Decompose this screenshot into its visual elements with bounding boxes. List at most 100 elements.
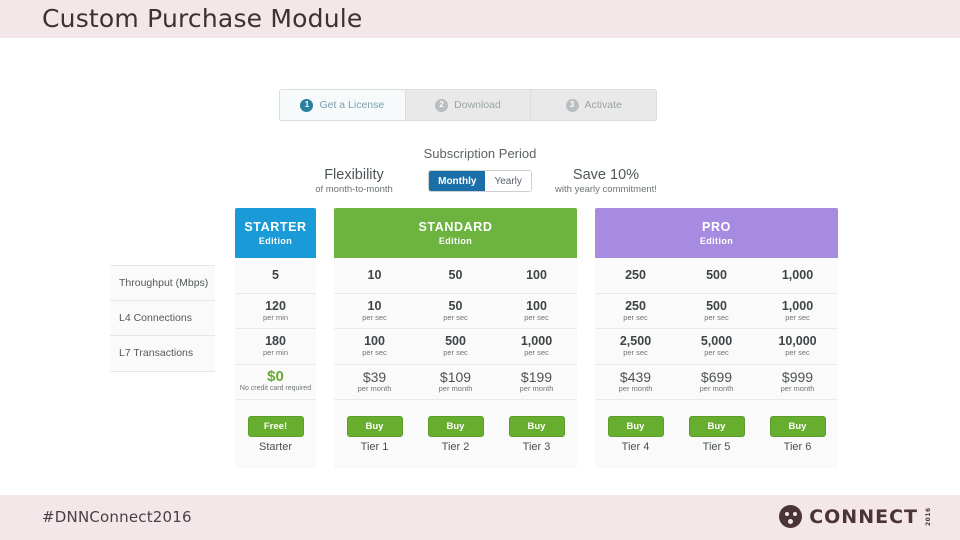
cta-cell: Buy Tier 3	[496, 400, 577, 468]
l7-transactions-cell: 5,000 per sec	[676, 329, 757, 365]
l7-value: 10,000	[778, 334, 817, 349]
buy-button[interactable]: Buy	[688, 415, 745, 437]
l4-value: 250	[625, 298, 646, 313]
flexibility-headline: Flexibility	[324, 166, 384, 183]
l7-transactions-cell: 1,000 per sec	[496, 329, 577, 365]
price-value: $0	[267, 367, 284, 385]
buy-button[interactable]: Buy	[607, 415, 664, 437]
buy-button[interactable]: Free!	[247, 415, 304, 437]
price-unit: per month	[780, 383, 815, 393]
toggle-option-yearly[interactable]: Yearly	[485, 171, 531, 191]
price-cell: $0 No credit card required	[235, 365, 316, 400]
l4-value: 100	[526, 298, 547, 313]
throughput-value: 500	[706, 268, 727, 283]
l7-unit: per sec	[443, 348, 468, 358]
toggle-option-monthly[interactable]: Monthly	[429, 171, 486, 191]
l7-transactions-cell: 500 per sec	[415, 329, 496, 365]
savings-subtext: with yearly commitment!	[555, 183, 657, 195]
l7-unit: per sec	[362, 348, 387, 358]
l4-unit: per sec	[362, 312, 387, 322]
price-cell: $109 per month	[415, 365, 496, 400]
cta-cell: Free! Starter	[235, 400, 316, 468]
wizard-steps: 1 Get a License 2 Download 3 Activate	[279, 89, 657, 121]
buy-button[interactable]: Buy	[769, 415, 826, 437]
l4-unit: per sec	[785, 312, 810, 322]
savings-headline: Save 10%	[572, 166, 640, 183]
plan-card-starter: STARTER Edition 5 120 per min 180 per min $0 No …	[235, 208, 316, 468]
price-value: $699	[700, 368, 733, 385]
plan-edition-label: Edition	[699, 235, 734, 246]
subscription-period-row: Flexibility of month-to-month Monthly Ye…	[290, 164, 670, 198]
throughput-value: 100	[526, 268, 547, 283]
tier-label: Tier 4	[621, 440, 650, 453]
tier-label: Tier 3	[522, 440, 551, 453]
feature-label: L7 Transactions	[110, 336, 215, 372]
price-unit: per month	[357, 383, 392, 393]
wizard-step-2[interactable]: 2 Download	[405, 90, 532, 120]
l4-connections-cell: 1,000 per sec	[757, 294, 838, 329]
tier-column: 1,000 1,000 per sec 10,000 per sec $999 per mo…	[757, 258, 838, 468]
l4-connections-cell: 120 per min	[235, 294, 316, 329]
l7-value: 500	[445, 334, 466, 349]
connect-circle-logo-icon	[779, 505, 803, 528]
l4-value: 50	[448, 298, 463, 313]
plan-name: PRO	[702, 219, 731, 234]
tier-label: Tier 5	[702, 440, 731, 453]
price-value: $199	[520, 368, 553, 385]
price-cell: $999 per month	[757, 365, 838, 400]
throughput-value: 1,000	[781, 268, 814, 283]
price-value: $109	[439, 368, 472, 385]
buy-button[interactable]: Buy	[508, 415, 565, 437]
l7-unit: per sec	[623, 348, 648, 358]
l4-connections-cell: 250 per sec	[595, 294, 676, 329]
tier-label: Tier 1	[360, 440, 389, 453]
tier-column: 250 250 per sec 2,500 per sec $439 per month Bu…	[595, 258, 676, 468]
event-hashtag: #DNNConnect2016	[42, 508, 192, 526]
subscription-period-title: Subscription Period	[423, 146, 537, 161]
tier-label: Tier 2	[441, 440, 470, 453]
l4-unit: per min	[262, 312, 288, 322]
l4-value: 1,000	[781, 298, 814, 313]
price-unit: per month	[699, 383, 734, 393]
price-unit: per month	[438, 383, 473, 393]
tier-label: Starter	[258, 440, 292, 453]
tier-label: Tier 6	[783, 440, 812, 453]
plan-edition-label: Edition	[438, 235, 473, 246]
buy-button[interactable]: Buy	[346, 415, 403, 437]
cta-cell: Buy Tier 5	[676, 400, 757, 468]
l4-unit: per sec	[704, 312, 729, 322]
wizard-step-1[interactable]: 1 Get a License	[280, 90, 406, 120]
l4-connections-cell: 500 per sec	[676, 294, 757, 329]
throughput-value: 10	[367, 268, 382, 283]
wizard-step-3[interactable]: 3 Activate	[531, 90, 656, 120]
l7-unit: per sec	[785, 348, 810, 358]
l7-unit: per min	[262, 348, 288, 358]
step-number-badge: 2	[435, 98, 449, 112]
l4-unit: per sec	[443, 312, 468, 322]
price-cell: $39 per month	[334, 365, 415, 400]
step-label: Download	[454, 99, 501, 111]
price-value: $999	[781, 368, 814, 385]
throughput-cell: 5	[235, 258, 316, 294]
step-label: Get a License	[319, 99, 385, 111]
price-unit: per month	[618, 383, 653, 393]
price-value: $439	[619, 368, 652, 385]
price-unit: per month	[519, 383, 554, 393]
throughput-cell: 1,000	[757, 258, 838, 294]
savings-note: Save 10% with yearly commitment!	[542, 167, 670, 196]
billing-period-toggle[interactable]: Monthly Yearly	[428, 170, 532, 192]
tier-column: 500 500 per sec 5,000 per sec $699 per month Bu…	[676, 258, 757, 468]
buy-button[interactable]: Buy	[427, 415, 484, 437]
logo-mouth-dot	[788, 518, 794, 524]
tier-column: 50 50 per sec 500 per sec $109 per month Buy Tie…	[415, 258, 496, 468]
price-unit: No credit card required	[239, 384, 312, 392]
throughput-value: 50	[448, 268, 463, 283]
l7-value: 100	[364, 334, 385, 349]
tier-column: 5 120 per min 180 per min $0 No credit card re…	[235, 258, 316, 468]
step-number-badge: 1	[300, 98, 314, 112]
plan-card-standard: STANDARD Edition 10 10 per sec 100 per sec $39 p…	[334, 208, 577, 468]
price-cell: $699 per month	[676, 365, 757, 400]
l4-connections-cell: 50 per sec	[415, 294, 496, 329]
l4-unit: per sec	[524, 312, 549, 322]
l7-value: 5,000	[700, 334, 733, 349]
